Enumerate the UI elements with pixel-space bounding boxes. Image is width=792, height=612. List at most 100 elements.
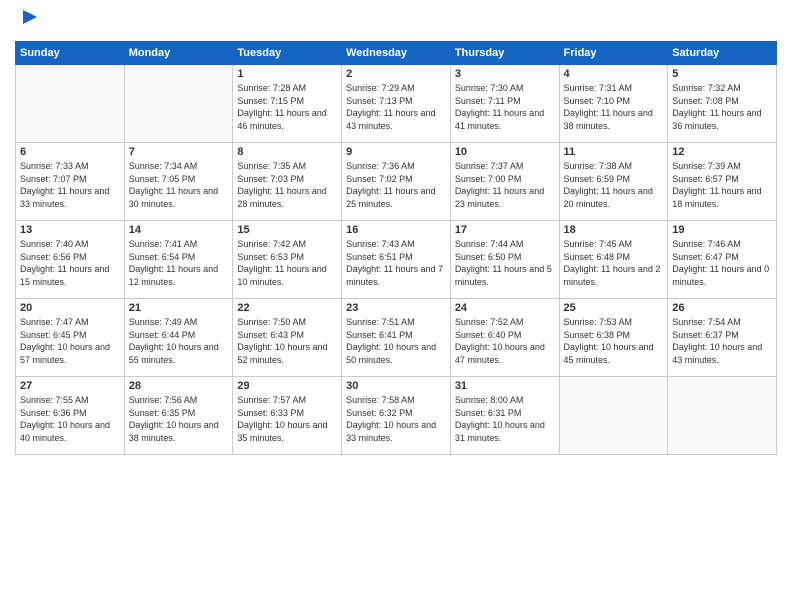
day-number: 24 xyxy=(455,302,555,314)
day-info: Sunrise: 7:39 AMSunset: 6:57 PMDaylight:… xyxy=(672,160,772,210)
calendar-table: SundayMondayTuesdayWednesdayThursdayFrid… xyxy=(15,41,777,455)
logo xyxy=(15,10,41,33)
day-info: Sunrise: 7:41 AMSunset: 6:54 PMDaylight:… xyxy=(129,238,229,288)
day-number: 8 xyxy=(237,146,337,158)
week-row-2: 6Sunrise: 7:33 AMSunset: 7:07 PMDaylight… xyxy=(16,143,777,221)
day-number: 26 xyxy=(672,302,772,314)
calendar-cell: 22 Sunrise: 7:50 AMSunset: 6:43 PMDayligh… xyxy=(233,299,342,377)
day-info: Sunrise: 7:46 AMSunset: 6:47 PMDaylight:… xyxy=(672,238,772,288)
calendar-cell xyxy=(559,377,668,455)
day-info: Sunrise: 7:57 AMSunset: 6:33 PMDaylight:… xyxy=(237,394,337,444)
day-number: 4 xyxy=(564,68,664,80)
day-info: Sunrise: 7:37 AMSunset: 7:00 PMDaylight:… xyxy=(455,160,555,210)
calendar-cell: 20Sunrise: 7:47 AMSunset: 6:45 PMDayligh… xyxy=(16,299,125,377)
day-info: Sunrise: 7:56 AMSunset: 6:35 PMDaylight:… xyxy=(129,394,229,444)
day-number: 9 xyxy=(346,146,446,158)
weekday-header-thursday: Thursday xyxy=(450,42,559,65)
day-info: Sunrise: 7:52 AMSunset: 6:40 PMDaylight:… xyxy=(455,316,555,366)
day-info: Sunrise: 7:29 AMSunset: 7:13 PMDaylight:… xyxy=(346,82,446,132)
day-info: Sunrise: 7:54 AMSunset: 6:37 PMDaylight:… xyxy=(672,316,772,366)
day-info: Sunrise: 7:44 AMSunset: 6:50 PMDaylight:… xyxy=(455,238,555,288)
day-info: Sunrise: 7:55 AMSunset: 6:36 PMDaylight:… xyxy=(20,394,120,444)
day-number: 31 xyxy=(455,380,555,392)
day-number: 19 xyxy=(672,224,772,236)
logo-area xyxy=(15,10,41,33)
day-number: 18 xyxy=(564,224,664,236)
logo-arrow-icon xyxy=(19,6,41,33)
day-number: 14 xyxy=(129,224,229,236)
calendar-cell: 4 Sunrise: 7:31 AMSunset: 7:10 PMDaylight… xyxy=(559,65,668,143)
week-row-5: 27Sunrise: 7:55 AMSunset: 6:36 PMDayligh… xyxy=(16,377,777,455)
calendar-cell: 15Sunrise: 7:42 AMSunset: 6:53 PMDayligh… xyxy=(233,221,342,299)
day-info: Sunrise: 7:53 AMSunset: 6:38 PMDaylight:… xyxy=(564,316,664,366)
day-info: Sunrise: 7:43 AMSunset: 6:51 PMDaylight:… xyxy=(346,238,446,288)
calendar-cell xyxy=(668,377,777,455)
day-info: Sunrise: 7:33 AMSunset: 7:07 PMDaylight:… xyxy=(20,160,120,210)
day-number: 21 xyxy=(129,302,229,314)
day-info: Sunrise: 7:32 AMSunset: 7:08 PMDaylight:… xyxy=(672,82,772,132)
week-row-4: 20Sunrise: 7:47 AMSunset: 6:45 PMDayligh… xyxy=(16,299,777,377)
calendar-cell: 8 Sunrise: 7:35 AMSunset: 7:03 PMDaylight… xyxy=(233,143,342,221)
day-number: 25 xyxy=(564,302,664,314)
calendar-cell: 5Sunrise: 7:32 AMSunset: 7:08 PMDaylight… xyxy=(668,65,777,143)
header xyxy=(15,10,777,33)
day-info: Sunrise: 7:58 AMSunset: 6:32 PMDaylight:… xyxy=(346,394,446,444)
logo-text xyxy=(15,10,41,33)
day-info: Sunrise: 7:40 AMSunset: 6:56 PMDaylight:… xyxy=(20,238,120,288)
day-number: 17 xyxy=(455,224,555,236)
calendar-cell: 31 Sunrise: 8:00 AMSunset: 6:31 PMDayligh… xyxy=(450,377,559,455)
calendar-cell: 27Sunrise: 7:55 AMSunset: 6:36 PMDayligh… xyxy=(16,377,125,455)
calendar-cell: 17 Sunrise: 7:44 AMSunset: 6:50 PMDayligh… xyxy=(450,221,559,299)
day-number: 3 xyxy=(455,68,555,80)
day-number: 16 xyxy=(346,224,446,236)
day-number: 29 xyxy=(237,380,337,392)
calendar-cell: 3 Sunrise: 7:30 AMSunset: 7:11 PMDaylight… xyxy=(450,65,559,143)
day-info: Sunrise: 7:31 AMSunset: 7:10 PMDaylight:… xyxy=(564,82,664,132)
weekday-header-sunday: Sunday xyxy=(16,42,125,65)
day-number: 30 xyxy=(346,380,446,392)
calendar-cell: 2 Sunrise: 7:29 AMSunset: 7:13 PMDaylight… xyxy=(342,65,451,143)
day-info: Sunrise: 7:45 AMSunset: 6:48 PMDaylight:… xyxy=(564,238,664,288)
calendar-cell: 10 Sunrise: 7:37 AMSunset: 7:00 PMDayligh… xyxy=(450,143,559,221)
day-info: Sunrise: 7:28 AMSunset: 7:15 PMDaylight:… xyxy=(237,82,337,132)
calendar-cell: 14 Sunrise: 7:41 AMSunset: 6:54 PMDayligh… xyxy=(124,221,233,299)
calendar-cell xyxy=(124,65,233,143)
day-number: 23 xyxy=(346,302,446,314)
day-number: 1 xyxy=(237,68,337,80)
weekday-header-tuesday: Tuesday xyxy=(233,42,342,65)
day-number: 13 xyxy=(20,224,120,236)
day-number: 28 xyxy=(129,380,229,392)
calendar-cell: 30 Sunrise: 7:58 AMSunset: 6:32 PMDayligh… xyxy=(342,377,451,455)
calendar-cell: 1 Sunrise: 7:28 AMSunset: 7:15 PMDaylight… xyxy=(233,65,342,143)
day-info: Sunrise: 7:49 AMSunset: 6:44 PMDaylight:… xyxy=(129,316,229,366)
calendar-cell: 29 Sunrise: 7:57 AMSunset: 6:33 PMDayligh… xyxy=(233,377,342,455)
day-number: 22 xyxy=(237,302,337,314)
day-number: 11 xyxy=(564,146,664,158)
calendar-cell: 18 Sunrise: 7:45 AMSunset: 6:48 PMDayligh… xyxy=(559,221,668,299)
day-number: 2 xyxy=(346,68,446,80)
calendar-cell: 26 Sunrise: 7:54 AMSunset: 6:37 PMDayligh… xyxy=(668,299,777,377)
day-info: Sunrise: 7:38 AMSunset: 6:59 PMDaylight:… xyxy=(564,160,664,210)
weekday-header-row: SundayMondayTuesdayWednesdayThursdayFrid… xyxy=(16,42,777,65)
calendar-cell: 12Sunrise: 7:39 AMSunset: 6:57 PMDayligh… xyxy=(668,143,777,221)
weekday-header-friday: Friday xyxy=(559,42,668,65)
week-row-1: 1 Sunrise: 7:28 AMSunset: 7:15 PMDaylight… xyxy=(16,65,777,143)
day-number: 7 xyxy=(129,146,229,158)
day-info: Sunrise: 7:30 AMSunset: 7:11 PMDaylight:… xyxy=(455,82,555,132)
day-info: Sunrise: 8:00 AMSunset: 6:31 PMDaylight:… xyxy=(455,394,555,444)
calendar-cell: 11 Sunrise: 7:38 AMSunset: 6:59 PMDayligh… xyxy=(559,143,668,221)
calendar-cell: 9 Sunrise: 7:36 AMSunset: 7:02 PMDaylight… xyxy=(342,143,451,221)
weekday-header-wednesday: Wednesday xyxy=(342,42,451,65)
day-number: 20 xyxy=(20,302,120,314)
day-number: 15 xyxy=(237,224,337,236)
calendar-page: SundayMondayTuesdayWednesdayThursdayFrid… xyxy=(0,0,792,612)
day-info: Sunrise: 7:50 AMSunset: 6:43 PMDaylight:… xyxy=(237,316,337,366)
day-info: Sunrise: 7:51 AMSunset: 6:41 PMDaylight:… xyxy=(346,316,446,366)
day-info: Sunrise: 7:36 AMSunset: 7:02 PMDaylight:… xyxy=(346,160,446,210)
day-info: Sunrise: 7:35 AMSunset: 7:03 PMDaylight:… xyxy=(237,160,337,210)
calendar-cell: 21 Sunrise: 7:49 AMSunset: 6:44 PMDayligh… xyxy=(124,299,233,377)
day-number: 10 xyxy=(455,146,555,158)
calendar-cell: 16 Sunrise: 7:43 AMSunset: 6:51 PMDayligh… xyxy=(342,221,451,299)
weekday-header-monday: Monday xyxy=(124,42,233,65)
calendar-cell xyxy=(16,65,125,143)
